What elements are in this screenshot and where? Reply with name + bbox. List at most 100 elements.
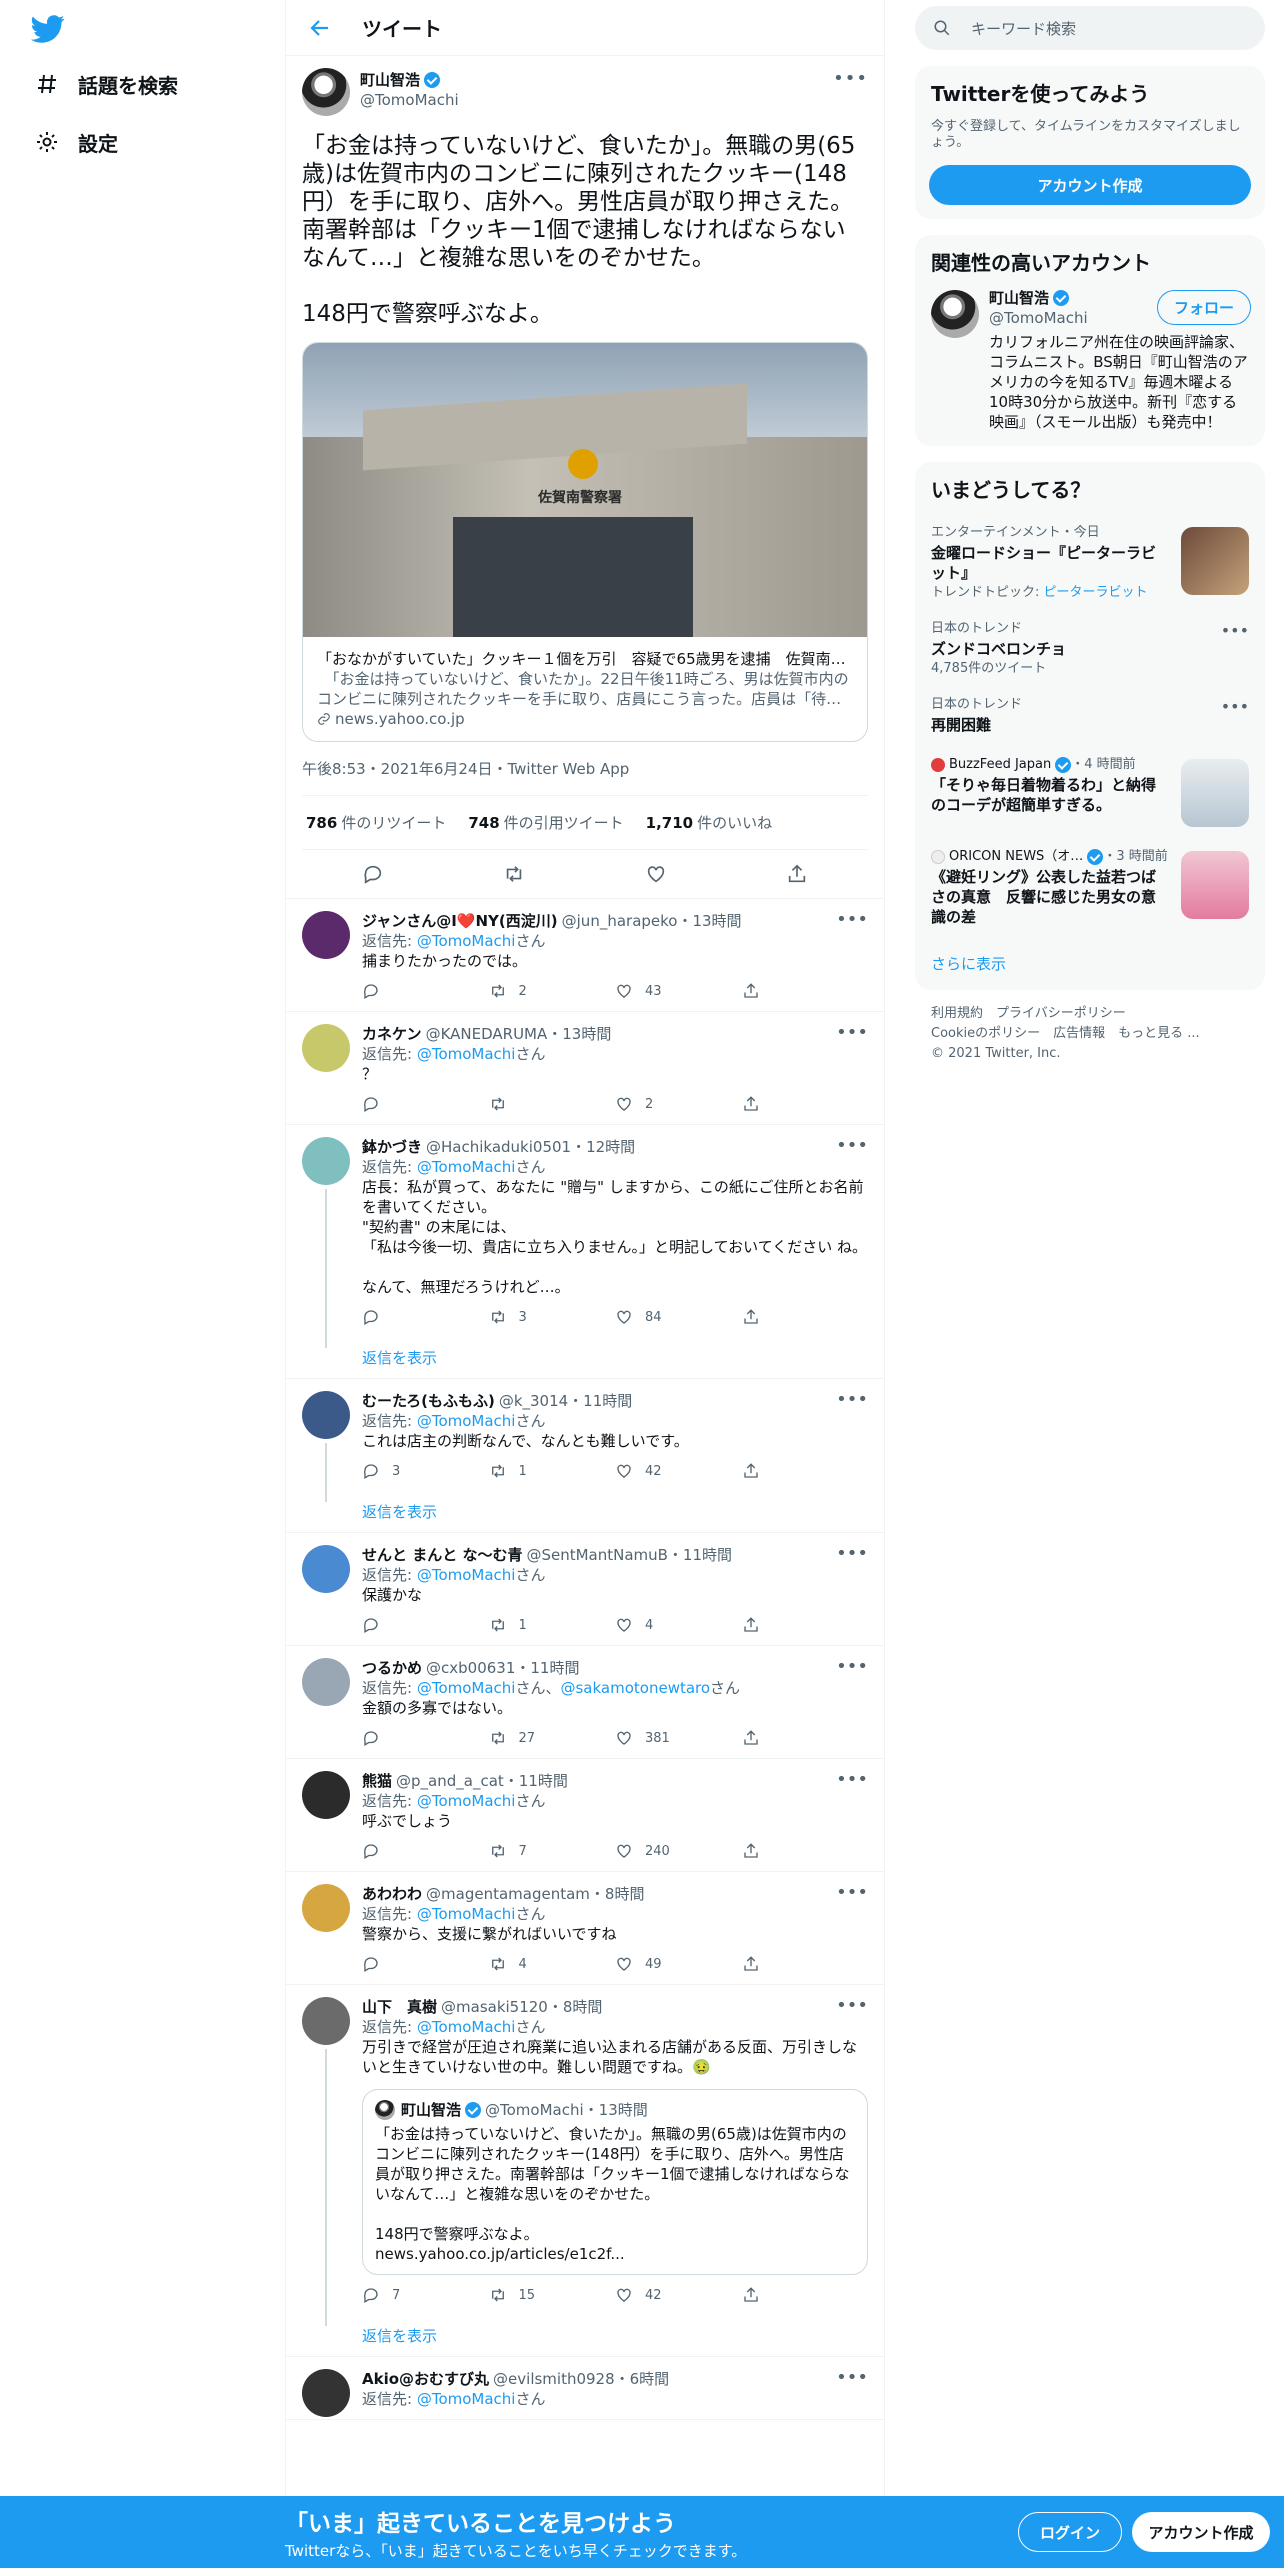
avatar[interactable] bbox=[302, 2369, 350, 2417]
twitter-bird-icon[interactable] bbox=[30, 12, 66, 46]
reply-author-handle[interactable]: @Hachikaduki0501・12時間 bbox=[426, 1137, 635, 1157]
reply-tweet[interactable]: ••• あわわわ @magentamagentam・8時間 返信先: @TomoMac… bbox=[286, 1872, 884, 1985]
search-input[interactable]: キーワード検索 bbox=[971, 18, 1076, 39]
avatar[interactable] bbox=[302, 911, 350, 959]
show-replies-link[interactable]: 返信を表示 bbox=[362, 1347, 868, 1368]
avatar[interactable] bbox=[302, 1137, 350, 1185]
signup-button[interactable]: アカウント作成 bbox=[1132, 2512, 1270, 2552]
like-icon[interactable] bbox=[615, 1729, 633, 1747]
mention-link[interactable]: @TomoMachi bbox=[417, 1158, 516, 1176]
quoted-tweet[interactable]: 町山智浩 @TomoMachi・13時間 「お金は持っていないけど、食いたか」。無職… bbox=[362, 2089, 868, 2275]
more-icon[interactable]: ••• bbox=[1221, 621, 1249, 640]
reply-author-handle[interactable]: @SentMantNamuB・11時間 bbox=[526, 1545, 732, 1565]
reply-author-name[interactable]: 熊猫 bbox=[362, 1771, 392, 1791]
mention-link[interactable]: @TomoMachi bbox=[417, 1679, 516, 1697]
share-icon[interactable] bbox=[742, 1729, 760, 1747]
like-icon[interactable] bbox=[615, 1616, 633, 1634]
like-stat[interactable]: 1,710 件のいいね bbox=[646, 812, 772, 833]
retweet-icon[interactable] bbox=[503, 863, 525, 885]
avatar[interactable] bbox=[302, 1771, 350, 1819]
reply-author-handle[interactable]: @KANEDARUMA・13時間 bbox=[426, 1024, 612, 1044]
like-icon[interactable] bbox=[615, 982, 633, 1000]
retweet-icon[interactable] bbox=[489, 1955, 507, 1973]
reply-author-handle[interactable]: @p_and_a_cat・11時間 bbox=[396, 1771, 568, 1791]
reply-author-handle[interactable]: @evilsmith0928・6時間 bbox=[493, 2369, 669, 2389]
reply-author-handle[interactable]: @magentamagentam・8時間 bbox=[426, 1884, 644, 1904]
avatar[interactable] bbox=[302, 1545, 350, 1593]
author-name[interactable]: 町山智浩 bbox=[360, 70, 420, 90]
mention-link[interactable]: @TomoMachi bbox=[417, 2018, 516, 2036]
reply-author-handle[interactable]: @cxb00631・11時間 bbox=[426, 1658, 579, 1678]
reply-icon[interactable] bbox=[362, 1308, 380, 1326]
more-icon[interactable]: ••• bbox=[836, 2367, 868, 2388]
follow-button[interactable]: フォロー bbox=[1156, 290, 1251, 325]
retweet-icon[interactable] bbox=[489, 982, 507, 1000]
reply-author-name[interactable]: 鉢かづき bbox=[362, 1137, 422, 1157]
related-name[interactable]: 町山智浩 bbox=[989, 288, 1049, 308]
reply-tweet[interactable]: ••• Akio@おむすび丸 @evilsmith0928・6時間 返信先: @Tom… bbox=[286, 2357, 884, 2420]
avatar[interactable] bbox=[302, 1658, 350, 1706]
show-more-link[interactable]: さらに表示 bbox=[915, 937, 1265, 990]
more-icon[interactable]: ••• bbox=[836, 1022, 868, 1043]
reply-tweet[interactable]: ••• 熊猫 @p_and_a_cat・11時間 返信先: @TomoMachiさん呼… bbox=[286, 1759, 884, 1872]
retweet-icon[interactable] bbox=[489, 2286, 507, 2304]
avatar[interactable] bbox=[302, 1997, 350, 2045]
retweet-icon[interactable] bbox=[489, 1095, 507, 1113]
share-icon[interactable] bbox=[742, 982, 760, 1000]
reply-tweet[interactable]: ••• つるかめ @cxb00631・11時間 返信先: @TomoMachiさん、@… bbox=[286, 1646, 884, 1759]
share-icon[interactable] bbox=[786, 863, 808, 885]
related-account[interactable]: フォロー 町山智浩 @TomoMachi カリフォルニア州在住の映画評論家、コラ… bbox=[915, 288, 1265, 446]
more-icon[interactable]: ••• bbox=[833, 68, 868, 89]
more-icon[interactable]: ••• bbox=[836, 1769, 868, 1790]
reply-tweet[interactable]: ••• ジャンさん@I❤️NY(西淀川) @jun_harapeko・13時間 返信先… bbox=[286, 899, 884, 1012]
trend-item[interactable]: ••• 日本のトレンド 再開困難 bbox=[915, 687, 1265, 747]
like-icon[interactable] bbox=[615, 1955, 633, 1973]
mention-link[interactable]: @TomoMachi bbox=[417, 1905, 516, 1923]
reply-author-name[interactable]: せんと まんと な〜む青 bbox=[362, 1545, 522, 1565]
create-account-button[interactable]: アカウント作成 bbox=[929, 165, 1251, 205]
share-icon[interactable] bbox=[742, 1955, 760, 1973]
reply-author-handle[interactable]: @jun_harapeko・13時間 bbox=[562, 911, 742, 931]
mention-link[interactable]: @TomoMachi bbox=[417, 1045, 516, 1063]
show-replies-link[interactable]: 返信を表示 bbox=[362, 2325, 868, 2346]
reply-author-name[interactable]: つるかめ bbox=[362, 1658, 422, 1678]
reply-author-name[interactable]: ジャンさん@I❤️NY(西淀川) bbox=[362, 911, 558, 931]
reply-icon[interactable] bbox=[362, 1955, 380, 1973]
trend-topic-link[interactable]: ピーターラビット bbox=[1044, 585, 1148, 600]
reply-author-handle[interactable]: @masaki5120・8時間 bbox=[441, 1997, 602, 2017]
retweet-icon[interactable] bbox=[489, 1729, 507, 1747]
reply-tweet[interactable]: ••• 山下 真樹 @masaki5120・8時間 返信先: @TomoMachiさん… bbox=[286, 1985, 884, 2357]
back-arrow-icon[interactable] bbox=[308, 16, 332, 40]
nav-explore[interactable]: 話題を検索 bbox=[34, 62, 178, 106]
reply-icon[interactable] bbox=[362, 1616, 380, 1634]
news-item[interactable]: ORICON NEWS（オ… ・3 時間前 《避妊リング》公表した益若つばさの真意… bbox=[915, 839, 1265, 937]
retweet-icon[interactable] bbox=[489, 1616, 507, 1634]
retweet-icon[interactable] bbox=[489, 1842, 507, 1860]
reply-tweet[interactable]: ••• せんと まんと な〜む青 @SentMantNamuB・11時間 返信先: @… bbox=[286, 1533, 884, 1646]
more-icon[interactable]: ••• bbox=[836, 1389, 868, 1410]
more-icon[interactable]: ••• bbox=[836, 1656, 868, 1677]
login-button[interactable]: ログイン bbox=[1018, 2512, 1122, 2552]
news-item[interactable]: BuzzFeed Japan ・4 時間前 「そりゃ毎日着物着るわ」と納得のコーデ… bbox=[915, 747, 1265, 839]
reply-icon[interactable] bbox=[362, 1729, 380, 1747]
like-icon[interactable] bbox=[615, 1462, 633, 1480]
share-icon[interactable] bbox=[742, 1095, 760, 1113]
reply-author-name[interactable]: 山下 真樹 bbox=[362, 1997, 437, 2017]
share-icon[interactable] bbox=[742, 2286, 760, 2304]
like-icon[interactable] bbox=[615, 1308, 633, 1326]
reply-author-name[interactable]: カネケン bbox=[362, 1024, 422, 1044]
reply-author-handle[interactable]: @k_3014・11時間 bbox=[499, 1391, 632, 1411]
more-icon[interactable]: ••• bbox=[836, 1543, 868, 1564]
reply-icon[interactable] bbox=[362, 1842, 380, 1860]
show-replies-link[interactable]: 返信を表示 bbox=[362, 1501, 868, 1522]
trend-item[interactable]: ••• 日本のトレンド ズンドコベロンチョ 4,785件のツイート bbox=[915, 611, 1265, 687]
reply-icon[interactable] bbox=[362, 982, 380, 1000]
author-handle[interactable]: @TomoMachi bbox=[360, 90, 459, 110]
nav-settings[interactable]: 設定 bbox=[34, 120, 118, 164]
reply-icon[interactable] bbox=[362, 1462, 380, 1480]
reply-author-name[interactable]: Akio@おむすび丸 bbox=[362, 2369, 489, 2389]
reply-icon[interactable] bbox=[362, 1095, 380, 1113]
search-box[interactable]: キーワード検索 bbox=[915, 6, 1265, 50]
avatar[interactable] bbox=[302, 1884, 350, 1932]
like-icon[interactable] bbox=[615, 1095, 633, 1113]
